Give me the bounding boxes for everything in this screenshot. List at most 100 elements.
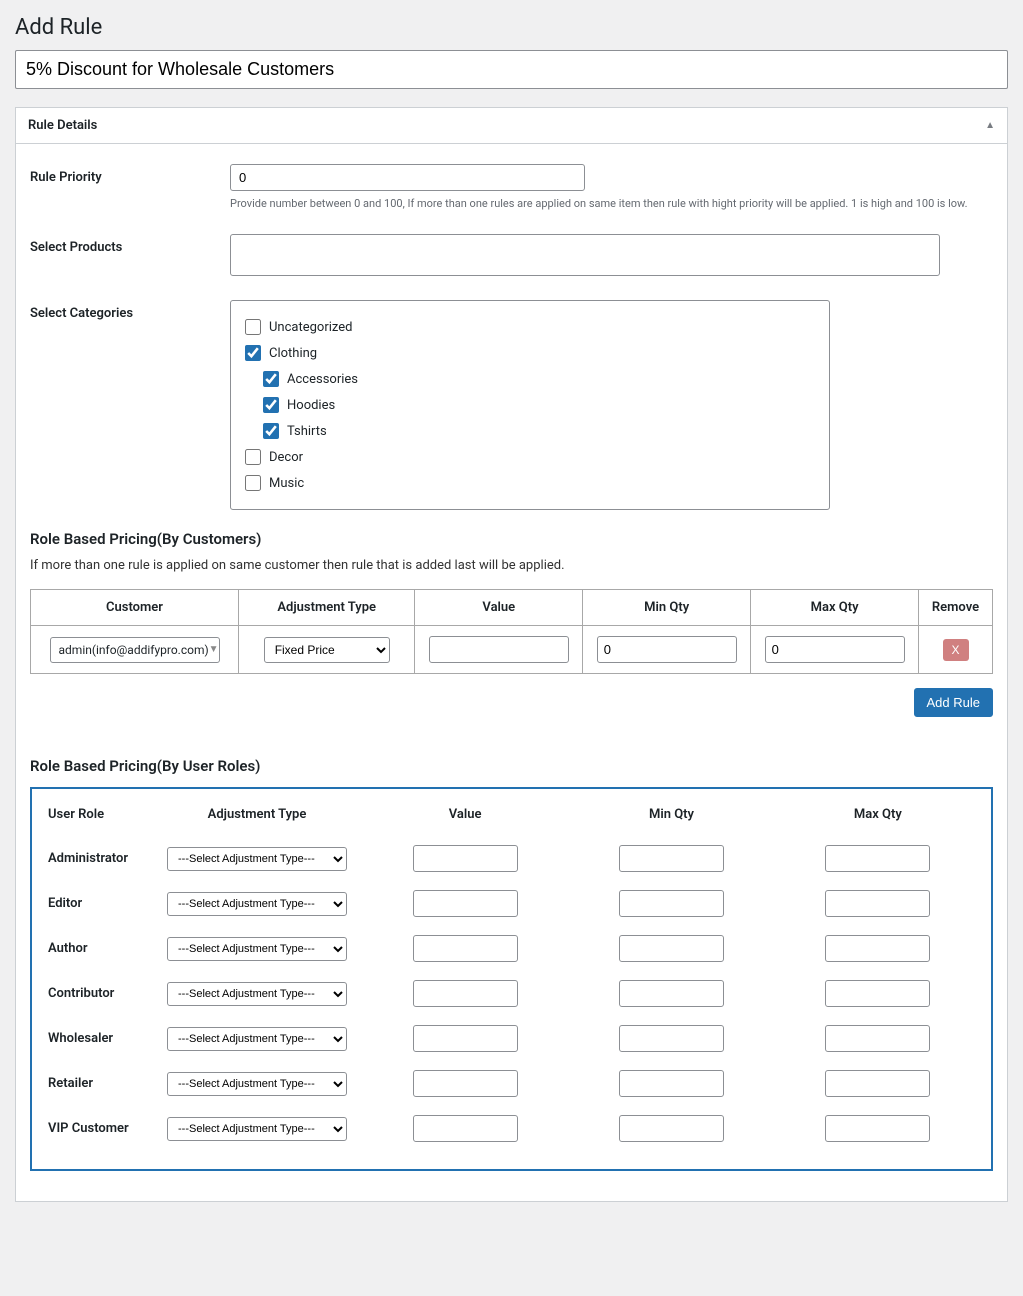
rule-details-panel: Rule Details ▲ Rule Priority Provide num…: [15, 107, 1008, 1202]
category-checkbox[interactable]: [263, 371, 279, 387]
adjustment-select[interactable]: ---Select Adjustment Type---: [167, 937, 347, 961]
th-role: User Role: [42, 801, 152, 836]
customers-section-note: If more than one rule is applied on same…: [30, 558, 993, 573]
category-item: Accessories: [263, 371, 815, 387]
rule-name-input[interactable]: [15, 50, 1008, 89]
th-adjustment: Adjustment Type: [239, 590, 415, 626]
role-name: VIP Customer: [42, 1106, 152, 1151]
value-input[interactable]: [413, 1070, 518, 1097]
role-name: Wholesaler: [42, 1016, 152, 1061]
categories-label: Select Categories: [30, 300, 230, 510]
priority-label: Rule Priority: [30, 164, 230, 210]
category-item: Decor: [245, 449, 815, 465]
chevron-down-icon: ▼: [209, 644, 219, 655]
categories-box: Uncategorized Clothing Accessories Hoodies T…: [230, 300, 830, 510]
category-label: Tshirts: [287, 424, 327, 439]
th-max: Max Qty: [751, 590, 919, 626]
max-qty-input[interactable]: [825, 1115, 930, 1142]
remove-button[interactable]: X: [943, 639, 969, 661]
adjustment-select[interactable]: ---Select Adjustment Type---: [167, 1027, 347, 1051]
category-label: Decor: [269, 450, 303, 465]
max-qty-input[interactable]: [825, 935, 930, 962]
min-qty-input[interactable]: [619, 980, 724, 1007]
th-min-r: Min Qty: [568, 801, 774, 836]
products-label: Select Products: [30, 234, 230, 276]
panel-title: Rule Details: [28, 118, 97, 133]
table-row: Author ---Select Adjustment Type---: [42, 926, 981, 971]
value-input[interactable]: [413, 1025, 518, 1052]
value-input[interactable]: [413, 845, 518, 872]
adjustment-select[interactable]: ---Select Adjustment Type---: [167, 1072, 347, 1096]
page-title: Add Rule: [15, 15, 1008, 40]
category-item: Clothing: [245, 345, 815, 361]
category-checkbox[interactable]: [245, 449, 261, 465]
table-row: VIP Customer ---Select Adjustment Type---: [42, 1106, 981, 1151]
role-name: Editor: [42, 881, 152, 926]
th-adjustment-r: Adjustment Type: [152, 801, 362, 836]
value-input[interactable]: [413, 890, 518, 917]
category-item: Hoodies: [263, 397, 815, 413]
max-qty-input[interactable]: [825, 1070, 930, 1097]
category-label: Hoodies: [287, 398, 335, 413]
customers-section-title: Role Based Pricing(By Customers): [30, 530, 993, 548]
th-customer: Customer: [31, 590, 239, 626]
category-label: Uncategorized: [269, 320, 352, 335]
category-label: Accessories: [287, 372, 358, 387]
category-checkbox[interactable]: [245, 475, 261, 491]
category-checkbox[interactable]: [263, 423, 279, 439]
min-qty-input[interactable]: [619, 1115, 724, 1142]
category-checkbox[interactable]: [245, 345, 261, 361]
max-qty-input[interactable]: [825, 845, 930, 872]
max-qty-input[interactable]: [825, 1025, 930, 1052]
max-qty-input[interactable]: [765, 636, 905, 663]
value-input[interactable]: [413, 980, 518, 1007]
th-value-r: Value: [362, 801, 568, 836]
min-qty-input[interactable]: [619, 845, 724, 872]
category-checkbox[interactable]: [245, 319, 261, 335]
collapse-icon[interactable]: ▲: [985, 120, 995, 131]
priority-help: Provide number between 0 and 100, If mor…: [230, 197, 993, 210]
category-item: Tshirts: [263, 423, 815, 439]
table-row: admin(info@addifypro.com) ▼ Fixed Price …: [31, 626, 993, 674]
max-qty-input[interactable]: [825, 980, 930, 1007]
min-qty-input[interactable]: [619, 1025, 724, 1052]
category-label: Clothing: [269, 346, 317, 361]
roles-frame: User Role Adjustment Type Value Min Qty …: [30, 787, 993, 1171]
min-qty-input[interactable]: [619, 935, 724, 962]
table-row: Contributor ---Select Adjustment Type---: [42, 971, 981, 1016]
adjustment-select[interactable]: ---Select Adjustment Type---: [167, 847, 347, 871]
products-input[interactable]: [230, 234, 940, 276]
role-name: Author: [42, 926, 152, 971]
min-qty-input[interactable]: [619, 890, 724, 917]
role-name: Contributor: [42, 971, 152, 1016]
value-input[interactable]: [429, 636, 569, 663]
table-row: Administrator ---Select Adjustment Type--…: [42, 836, 981, 881]
value-input[interactable]: [413, 1115, 518, 1142]
max-qty-input[interactable]: [825, 890, 930, 917]
customers-table: Customer Adjustment Type Value Min Qty M…: [30, 589, 993, 674]
category-checkbox[interactable]: [263, 397, 279, 413]
adjustment-select[interactable]: ---Select Adjustment Type---: [167, 982, 347, 1006]
adjustment-select[interactable]: Fixed Price: [264, 637, 390, 663]
priority-input[interactable]: [230, 164, 585, 191]
roles-table: User Role Adjustment Type Value Min Qty …: [42, 801, 981, 1151]
customer-select[interactable]: admin(info@addifypro.com) ▼: [50, 637, 220, 663]
role-name: Administrator: [42, 836, 152, 881]
table-row: Wholesaler ---Select Adjustment Type---: [42, 1016, 981, 1061]
th-max-r: Max Qty: [775, 801, 981, 836]
category-item: Music: [245, 475, 815, 491]
th-remove: Remove: [919, 590, 993, 626]
th-min: Min Qty: [583, 590, 751, 626]
category-item: Uncategorized: [245, 319, 815, 335]
adjustment-select[interactable]: ---Select Adjustment Type---: [167, 892, 347, 916]
panel-header[interactable]: Rule Details ▲: [16, 108, 1007, 144]
adjustment-select[interactable]: ---Select Adjustment Type---: [167, 1117, 347, 1141]
value-input[interactable]: [413, 935, 518, 962]
role-name: Retailer: [42, 1061, 152, 1106]
th-value: Value: [415, 590, 583, 626]
table-row: Editor ---Select Adjustment Type---: [42, 881, 981, 926]
min-qty-input[interactable]: [597, 636, 737, 663]
add-rule-button[interactable]: Add Rule: [914, 688, 993, 717]
min-qty-input[interactable]: [619, 1070, 724, 1097]
category-label: Music: [269, 476, 304, 491]
